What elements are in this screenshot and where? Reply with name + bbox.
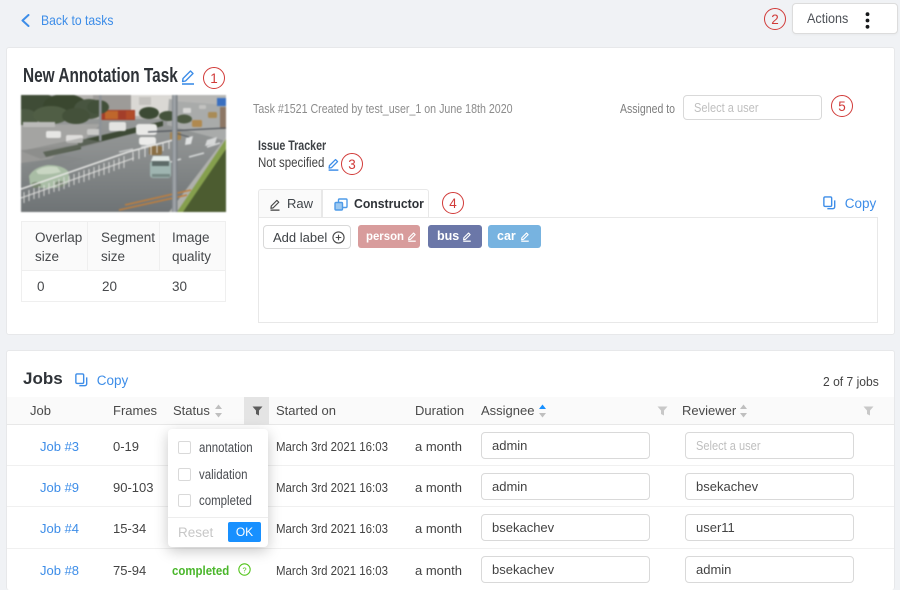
svg-text:?: ? bbox=[242, 565, 246, 574]
